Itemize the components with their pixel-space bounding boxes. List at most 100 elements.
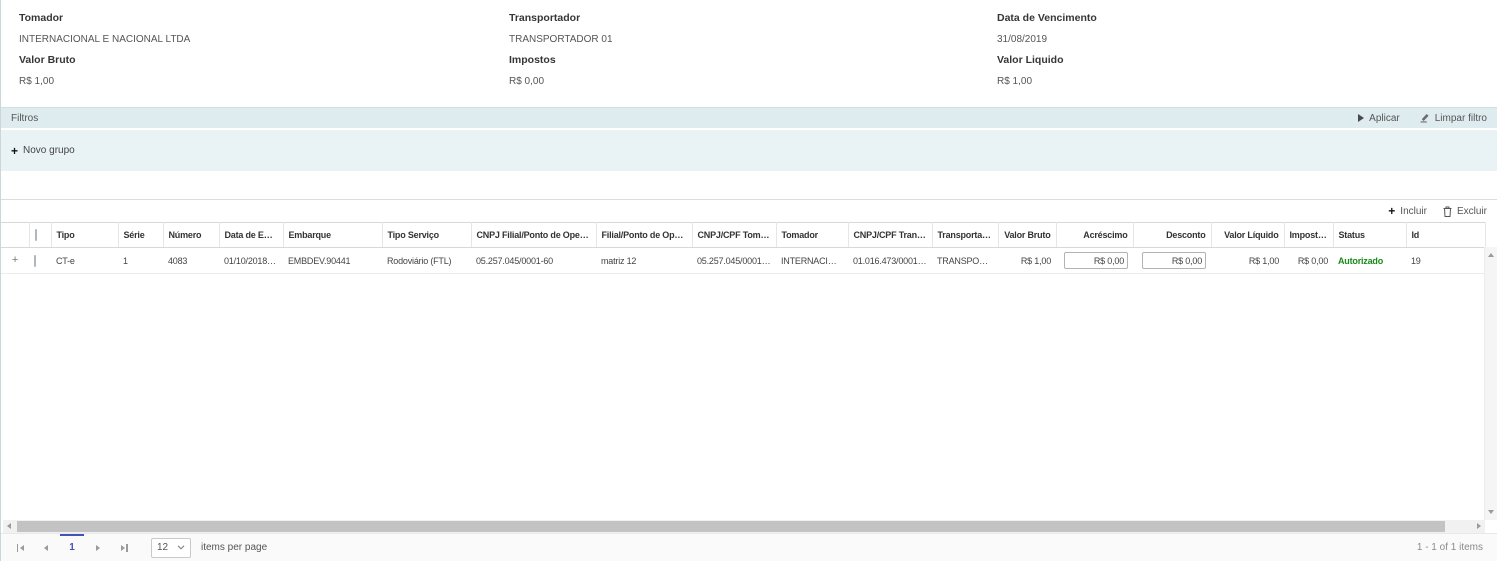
first-page-icon (17, 544, 19, 552)
cell-value: EMBDEV.90441 (288, 256, 350, 266)
col-header-label: Filial/Ponto de Operação (602, 230, 693, 240)
pager: 1 12 items per page 1 - 1 of 1 items (1, 533, 1497, 561)
col-header-label: Id (1412, 230, 1420, 240)
select-all-checkbox[interactable] (35, 229, 37, 241)
plus-icon: + (1388, 205, 1395, 217)
next-page-icon (96, 545, 100, 551)
cell-value: 01.016.473/0001-40 (853, 256, 930, 266)
page-size-select[interactable]: 12 (151, 538, 191, 558)
status-badge: Autorizado (1338, 256, 1383, 266)
impostos-value: R$ 0,00 (509, 76, 997, 87)
vertical-scrollbar[interactable] (1484, 247, 1497, 520)
col-header-data-emissao[interactable]: Data de Emis... (219, 223, 283, 248)
col-header-label: Valor Bruto (1004, 230, 1050, 240)
horizontal-scrollbar[interactable] (3, 520, 1485, 533)
cell-numero: 4083 (163, 248, 219, 274)
scroll-down-icon[interactable] (1488, 510, 1494, 514)
col-header-valor-liquido[interactable]: Valor Líquido (1211, 223, 1284, 248)
cell-cnpj-cpf-transportador: 01.016.473/0001-40 (848, 248, 932, 274)
cell-value: INTERNACIONAL E... (781, 256, 848, 266)
acrescimo-input[interactable] (1064, 252, 1128, 269)
previous-page-icon (44, 545, 48, 551)
col-header-numero[interactable]: Número (163, 223, 219, 248)
col-header-label: Data de Emis... (225, 230, 284, 240)
cell-value: TRANSPORTADOR ... (937, 256, 998, 266)
col-header-cnpj-cpf-tomador[interactable]: CNPJ/CPF Tomad... (692, 223, 776, 248)
cell-tipo-servico: Rodoviário (FTL) (382, 248, 471, 274)
row-checkbox[interactable] (34, 255, 36, 267)
col-header-serie[interactable]: Série (118, 223, 163, 248)
col-header-label: Status (1339, 230, 1365, 240)
data-vencimento-label: Data de Vencimento (997, 12, 1487, 24)
valor-liquido-value: R$ 1,00 (997, 76, 1487, 87)
col-header-status[interactable]: Status (1333, 223, 1406, 248)
cell-expand: + (1, 248, 29, 274)
col-header-embarque[interactable]: Embarque (283, 223, 382, 248)
new-group-button[interactable]: + Novo grupo (11, 145, 75, 157)
col-header-cnpj-filial-ponto-operacao[interactable]: CNPJ Filial/Ponto de Operação (471, 223, 596, 248)
col-header-valor-bruto[interactable]: Valor Bruto (998, 223, 1056, 248)
col-header-label: CNPJ Filial/Ponto de Operação (477, 230, 597, 240)
cell-value: 19 (1411, 256, 1421, 266)
desconto-input[interactable] (1142, 252, 1206, 269)
cell-tipo: CT-e (51, 248, 118, 274)
impostos-label: Impostos (509, 54, 997, 66)
col-header-label: CNPJ/CPF Transp... (854, 230, 933, 240)
col-header-tipo-servico[interactable]: Tipo Serviço (382, 223, 471, 248)
transportador-label: Transportador (509, 12, 997, 24)
col-header-id[interactable]: Id (1406, 223, 1485, 248)
col-header-label: Desconto (1166, 230, 1205, 240)
scroll-left-icon[interactable] (7, 523, 11, 529)
current-page-button[interactable]: 1 (59, 534, 85, 561)
cell-value: R$ 0,00 (1298, 256, 1328, 266)
cell-data-emissao: 01/10/2018 11:... (219, 248, 283, 274)
apply-icon (1358, 114, 1364, 122)
cell-cnpj-cpf-tomador: 05.257.045/0001-60 (692, 248, 776, 274)
scroll-up-icon[interactable] (1488, 253, 1494, 257)
first-page-icon (20, 545, 24, 551)
plus-icon: + (11, 145, 18, 157)
col-header-select[interactable] (29, 223, 51, 248)
cell-value: R$ 1,00 (1021, 256, 1051, 266)
col-header-acrescimo[interactable]: Acréscimo (1056, 223, 1133, 248)
next-page-button[interactable] (85, 534, 111, 561)
expand-row-icon[interactable]: + (6, 255, 24, 266)
apply-filter-button[interactable]: Aplicar (1358, 113, 1400, 124)
eraser-icon (1418, 113, 1430, 123)
col-header-label: Tipo Serviço (388, 230, 439, 240)
cell-serie: 1 (118, 248, 163, 274)
col-header-label: Impostos (1290, 230, 1328, 240)
col-header-tipo[interactable]: Tipo (51, 223, 118, 248)
exclude-button[interactable]: Excluir (1443, 206, 1487, 217)
horizontal-scrollbar-thumb[interactable] (17, 521, 1445, 532)
cell-select (29, 248, 51, 274)
col-header-label: Número (169, 230, 202, 240)
data-vencimento-value: 31/08/2019 (997, 34, 1487, 45)
cell-value: 01/10/2018 11:... (224, 256, 283, 266)
col-header-tomador[interactable]: Tomador (776, 223, 848, 248)
filters-group-area: + Novo grupo (1, 130, 1497, 171)
col-header-impostos[interactable]: Impostos (1284, 223, 1333, 248)
cell-valor-liquido: R$ 1,00 (1211, 248, 1284, 274)
clear-filter-label: Limpar filtro (1435, 113, 1487, 124)
col-header-cnpj-cpf-transportador[interactable]: CNPJ/CPF Transp... (848, 223, 932, 248)
transportador-value: TRANSPORTADOR 01 (509, 34, 997, 45)
new-group-label: Novo grupo (23, 145, 75, 156)
filters-bar: Filtros Aplicar Limpar filtro (1, 107, 1497, 129)
col-header-transportador[interactable]: Transportador (932, 223, 998, 248)
first-page-button[interactable] (7, 534, 33, 561)
last-page-button[interactable] (111, 534, 137, 561)
valor-bruto-value: R$ 1,00 (19, 76, 509, 87)
col-header-filial-ponto-operacao[interactable]: Filial/Ponto de Operação (596, 223, 692, 248)
col-header-label: Acréscimo (1083, 230, 1127, 240)
cell-value: 05.257.045/0001-60 (697, 256, 774, 266)
scroll-right-icon[interactable] (1477, 523, 1481, 529)
previous-page-button[interactable] (33, 534, 59, 561)
chevron-down-icon (177, 545, 185, 550)
clear-filter-button[interactable]: Limpar filtro (1418, 113, 1487, 124)
include-button[interactable]: + Incluir (1388, 205, 1427, 217)
cell-value: 4083 (168, 256, 187, 266)
col-header-label: Transportador (938, 230, 996, 240)
last-page-icon (126, 544, 128, 552)
col-header-desconto[interactable]: Desconto (1133, 223, 1211, 248)
